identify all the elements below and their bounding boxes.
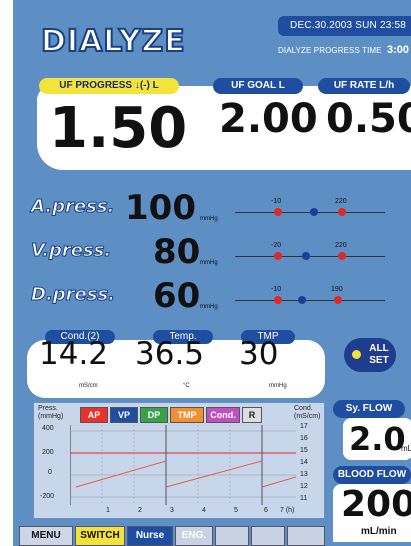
v-press-high-marker bbox=[338, 252, 346, 260]
switch-button[interactable]: SWITCH bbox=[75, 526, 125, 546]
x-tick: 1 bbox=[106, 507, 110, 514]
v-press-unit: mmHg bbox=[200, 260, 218, 266]
nurse-button[interactable]: Nurse bbox=[127, 526, 173, 546]
y-right-tick: 14 bbox=[300, 459, 308, 466]
y-left-tick: 200 bbox=[42, 449, 54, 456]
x-tick: 5 bbox=[234, 507, 238, 514]
uf-progress-label: UF PROGRESS ↓(-) L bbox=[39, 78, 179, 94]
y-left-tick: 0 bbox=[48, 469, 52, 476]
temp-unit: °C bbox=[183, 383, 190, 389]
dialyzer-screen: DEC.30.2003 SUN 23:58 DIALYZE DIALYZE PR… bbox=[13, 0, 411, 546]
menu-button[interactable]: MENU bbox=[19, 526, 73, 546]
blood-flow-label: BLOOD FLOW bbox=[333, 466, 411, 484]
a-press-unit: mmHg bbox=[200, 216, 218, 222]
uf-rate-value: 0.50 bbox=[326, 96, 411, 142]
blood-flow-unit: mL/min bbox=[361, 526, 397, 537]
y-right-tick: 12 bbox=[300, 483, 308, 490]
uf-goal-label: UF GOAL L bbox=[213, 78, 303, 94]
eng-button[interactable]: ENG. bbox=[175, 526, 213, 546]
d-press-low-marker bbox=[274, 296, 282, 304]
a-press-low-marker bbox=[274, 208, 282, 216]
all-set-button[interactable]: ALL SET bbox=[344, 338, 396, 372]
y-right-tick: 11 bbox=[300, 495, 308, 502]
sy-flow-value: 2.0 bbox=[349, 420, 406, 458]
v-press-high-limit: 220 bbox=[335, 242, 347, 249]
graph-right-axis-title: Cond. (mS/cm) bbox=[294, 405, 321, 420]
v-press-label: V.press. bbox=[30, 240, 112, 262]
y-left-tick: 400 bbox=[42, 425, 54, 432]
d-press-scale bbox=[235, 300, 385, 301]
x-tick: 7 (h) bbox=[280, 507, 295, 514]
d-press-current-marker bbox=[298, 296, 306, 304]
d-press-label: D.press. bbox=[30, 284, 116, 306]
a-press-high-limit: 220 bbox=[335, 198, 347, 205]
v-press-scale bbox=[235, 256, 385, 257]
cond-value: 14.2 bbox=[39, 336, 109, 372]
graph-tmp-button[interactable]: TMP bbox=[170, 407, 204, 423]
sy-flow-unit: mL/h bbox=[401, 444, 411, 453]
graph-dp-button[interactable]: DP bbox=[140, 407, 168, 423]
datetime-display: DEC.30.2003 SUN 23:58 bbox=[278, 16, 411, 36]
y-right-tick: 15 bbox=[300, 447, 308, 454]
indicator-lamp-icon bbox=[352, 350, 361, 359]
graph-ap-button[interactable]: AP bbox=[80, 407, 108, 423]
x-tick: 2 bbox=[138, 507, 142, 514]
a-press-current-marker bbox=[310, 208, 318, 216]
uf-goal-value: 2.00 bbox=[219, 96, 318, 142]
cond-unit: mS/cm bbox=[79, 383, 98, 389]
v-press-current-marker bbox=[302, 252, 310, 260]
uf-progress-value: 1.50 bbox=[49, 96, 188, 161]
dialyze-progress-time-value: 3:00 bbox=[387, 44, 410, 56]
blank-button[interactable] bbox=[215, 526, 249, 546]
sy-flow-label: Sy. FLOW bbox=[333, 400, 405, 418]
v-press-low-limit: -20 bbox=[271, 242, 282, 249]
d-press-unit: mmHg bbox=[200, 304, 218, 310]
y-right-tick: 16 bbox=[300, 435, 308, 442]
d-press-high-marker bbox=[334, 296, 342, 304]
sy-flow-panel: 2.0 mL/h bbox=[343, 418, 411, 460]
a-press-label: A.press. bbox=[30, 196, 115, 218]
blood-flow-panel: 200 mL/min bbox=[333, 484, 411, 542]
y-left-tick: -200 bbox=[40, 493, 55, 500]
v-press-value: 80 bbox=[153, 232, 201, 272]
temp-value: 36.5 bbox=[135, 336, 205, 372]
uf-rate-label: UF RATE L/h bbox=[318, 78, 410, 94]
graph-cond-button[interactable]: Cond. bbox=[206, 407, 240, 423]
all-set-label: ALL SET bbox=[369, 343, 389, 366]
v-press-low-marker bbox=[274, 252, 282, 260]
blank-button[interactable] bbox=[251, 526, 285, 546]
a-press-low-limit: -10 bbox=[271, 198, 282, 205]
x-tick: 3 bbox=[170, 507, 174, 514]
dialyze-progress-time-label: DIALYZE PROGRESS TIME bbox=[278, 46, 382, 55]
a-press-value: 100 bbox=[125, 188, 196, 228]
d-press-low-limit: -10 bbox=[271, 286, 282, 293]
tmp-unit: mmHg bbox=[269, 383, 287, 389]
blood-flow-value: 200 bbox=[341, 484, 411, 525]
y-right-tick: 13 bbox=[300, 471, 308, 478]
graph-left-axis-title: Press. (mmHg) bbox=[38, 405, 64, 420]
d-press-high-limit: 190 bbox=[331, 286, 343, 293]
x-tick: 6 bbox=[264, 507, 268, 514]
trend-plot bbox=[70, 425, 296, 505]
a-press-high-marker bbox=[338, 208, 346, 216]
blank-button[interactable] bbox=[287, 526, 325, 546]
d-press-value: 60 bbox=[153, 276, 201, 316]
graph-vp-button[interactable]: VP bbox=[110, 407, 138, 423]
x-tick: 4 bbox=[202, 507, 206, 514]
page-title: DIALYZE bbox=[40, 23, 186, 60]
y-right-tick: 17 bbox=[300, 423, 308, 430]
tmp-value: 30 bbox=[239, 336, 279, 372]
trend-graph: Press. (mmHg) Cond. (mS/cm) AP VP DP TMP… bbox=[33, 402, 325, 519]
graph-reset-button[interactable]: R bbox=[242, 407, 262, 423]
